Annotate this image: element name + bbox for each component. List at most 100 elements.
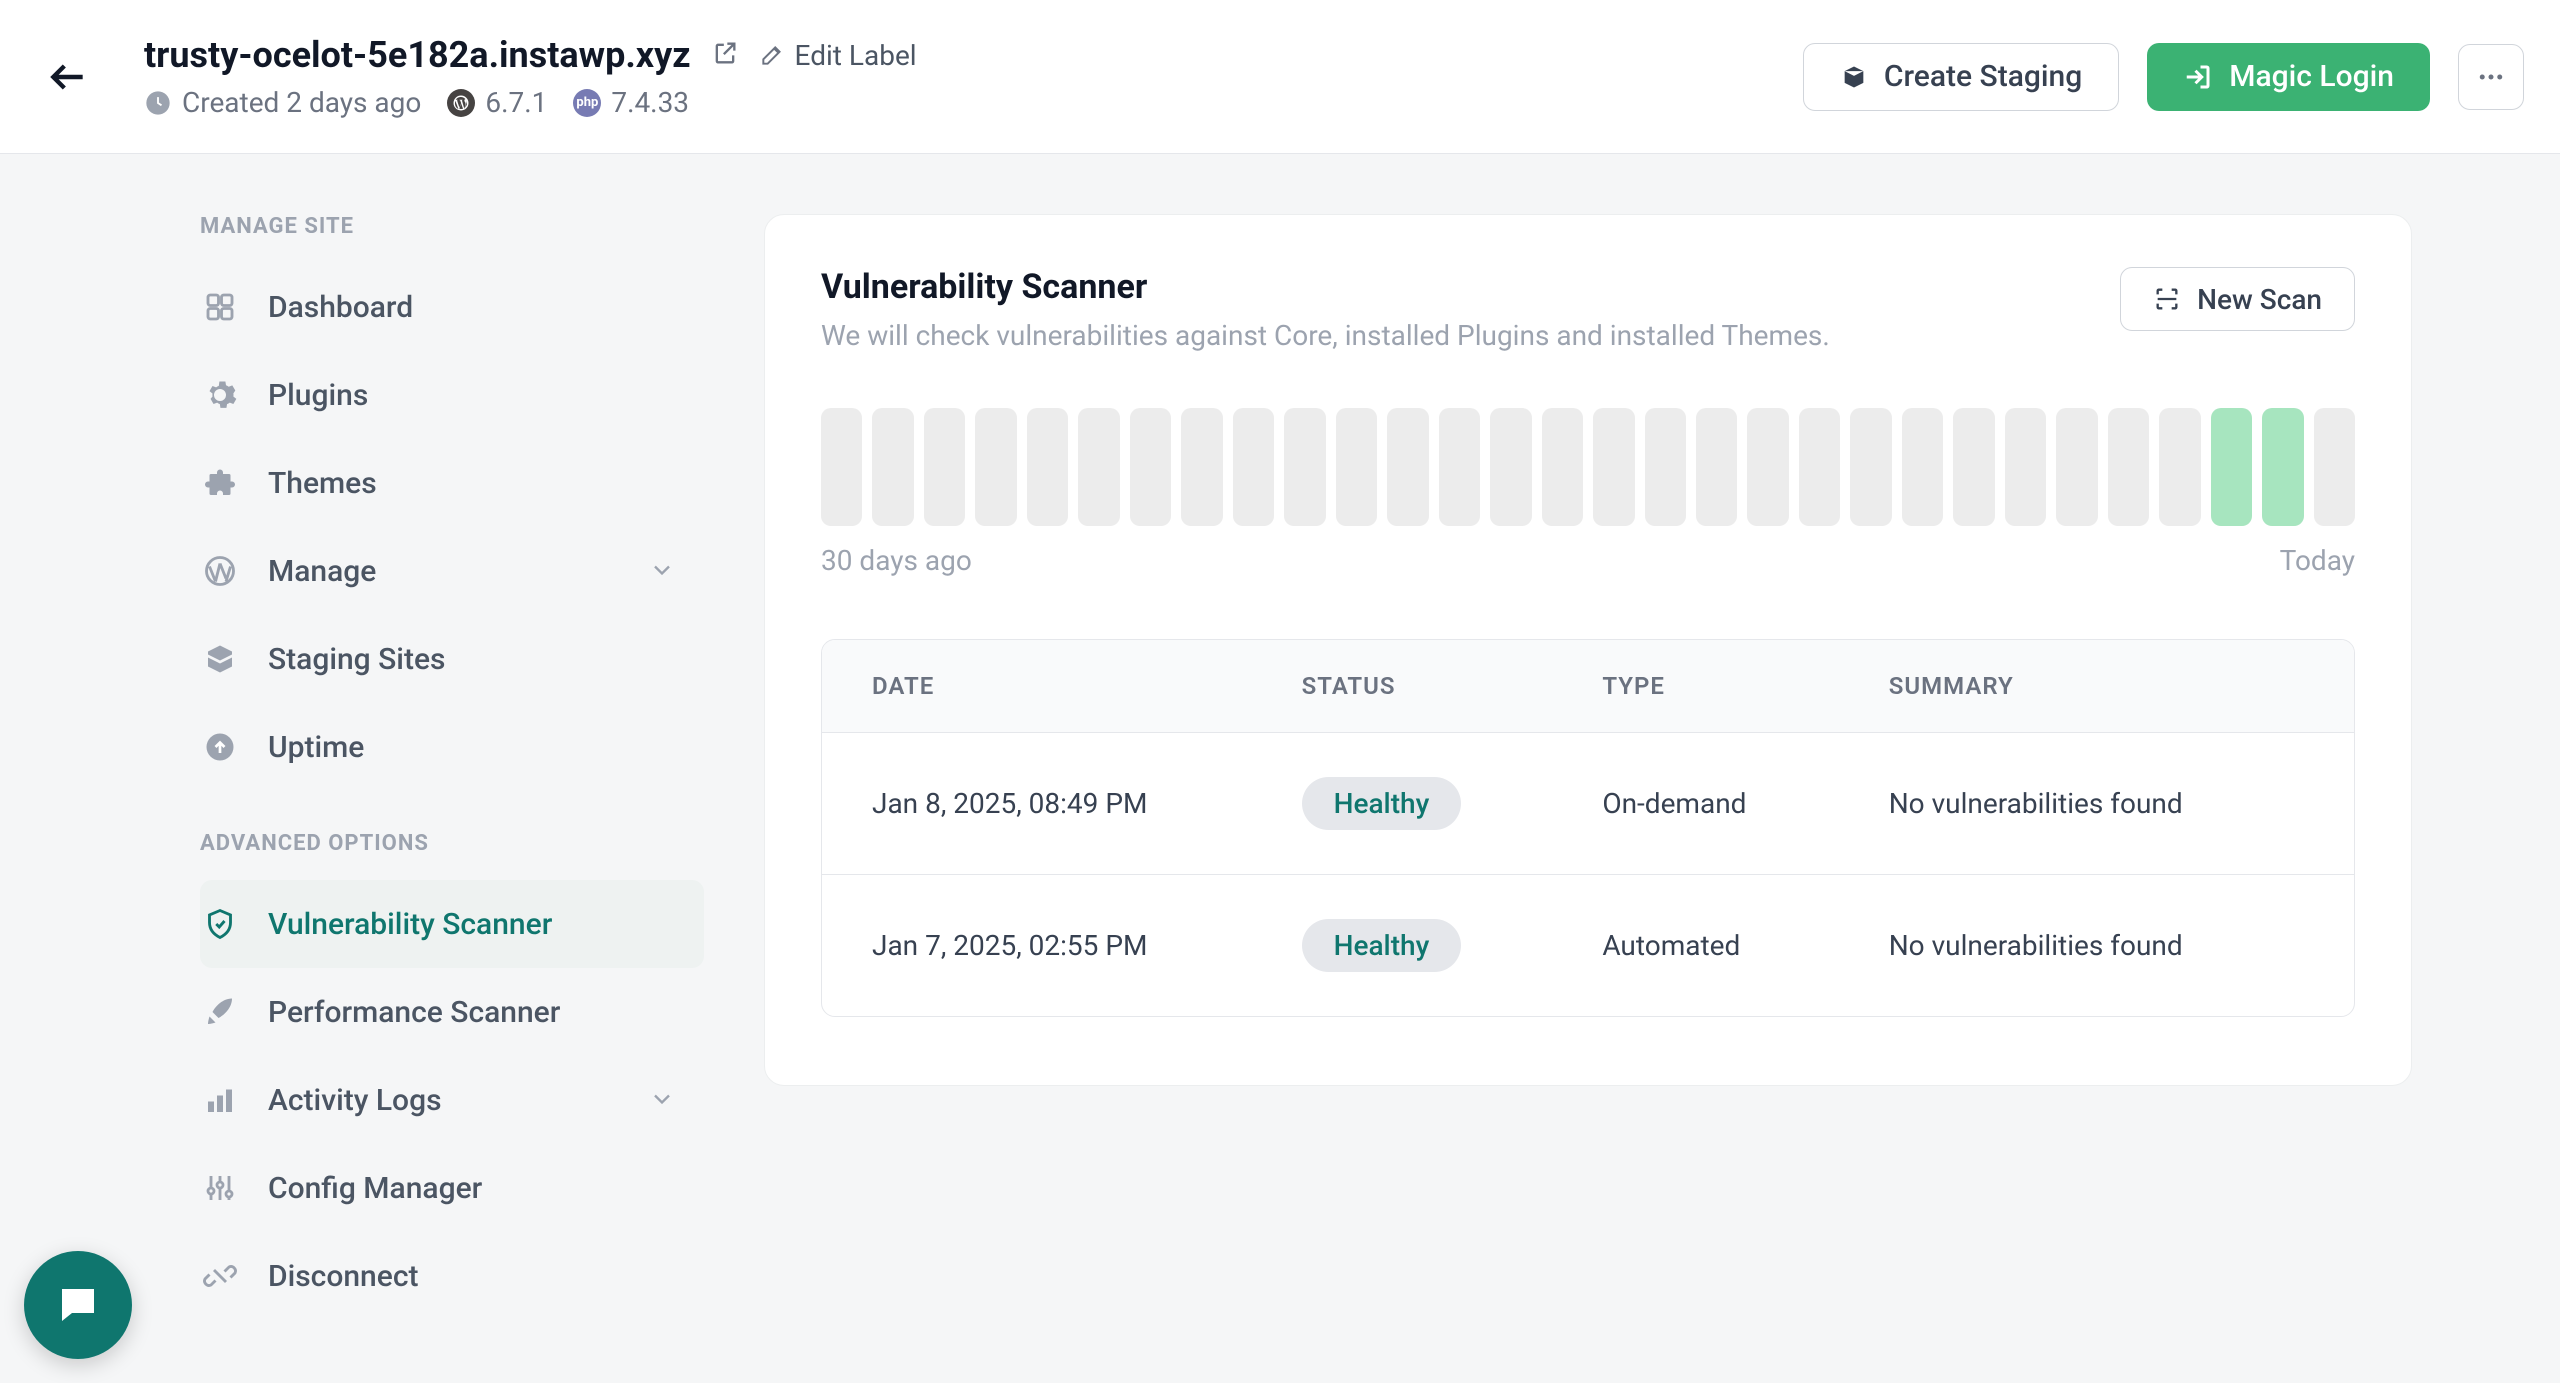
sliders-icon [202,1170,238,1206]
cell-summary: No vulnerabilities found [1889,929,2304,962]
box-icon [202,641,238,677]
chat-fab[interactable] [24,1251,132,1359]
history-bar [1336,408,1377,526]
puzzle-icon [202,465,238,501]
sidebar-item-config-manager[interactable]: Config Manager [200,1144,704,1232]
history-bar [1439,408,1480,526]
history-bar [1747,408,1788,526]
history-bar [2314,408,2355,526]
th-status: STATUS [1302,672,1603,700]
arrow-up-circle-icon [202,729,238,765]
table-row[interactable]: Jan 8, 2025, 08:49 PMHealthyOn-demandNo … [822,732,2354,874]
history-bar [1902,408,1943,526]
chevron-down-icon [648,556,676,584]
create-staging-button[interactable]: Create Staging [1803,43,2119,111]
sidebar-item-label: Plugins [268,378,368,413]
wp-version: 6.7.1 [447,86,547,119]
sidebar: MANAGE SITE Dashboard Plugins Themes Man… [0,154,728,1320]
history-bar [2056,408,2097,526]
cell-date: Jan 7, 2025, 02:55 PM [872,929,1302,962]
magic-login-button[interactable]: Magic Login [2147,43,2430,111]
main-content: Vulnerability Scanner We will check vuln… [728,154,2560,1320]
range-end-label: Today [2280,544,2355,577]
sidebar-item-label: Vulnerability Scanner [268,907,552,942]
th-type: TYPE [1602,672,1888,700]
table-row[interactable]: Jan 7, 2025, 02:55 PMHealthyAutomatedNo … [822,874,2354,1016]
chart-icon [202,1082,238,1118]
nav-section-manage: MANAGE SITE [200,214,704,239]
edit-label-button[interactable]: Edit Label [759,39,917,72]
sidebar-item-label: Themes [268,466,377,501]
gear-icon [202,377,238,413]
header-actions: Create Staging Magic Login [1803,43,2524,111]
sidebar-item-label: Performance Scanner [268,995,560,1030]
history-bar [1593,408,1634,526]
history-bar [1490,408,1531,526]
history-bar [1233,408,1274,526]
chevron-down-icon [648,1085,676,1113]
edit-label-text: Edit Label [795,39,917,72]
external-link-icon [711,39,739,67]
history-bar [1284,408,1325,526]
open-site-link[interactable] [711,39,739,71]
cell-summary: No vulnerabilities found [1889,787,2304,820]
shield-check-icon [202,906,238,942]
history-bar [1027,408,1068,526]
history-bar [2108,408,2149,526]
php-version: php 7.4.33 [573,86,689,119]
sidebar-item-vulnerability-scanner[interactable]: Vulnerability Scanner [200,880,704,968]
sidebar-item-activity-logs[interactable]: Activity Logs [200,1056,704,1144]
sidebar-item-manage[interactable]: Manage [200,527,704,615]
history-bar [1953,408,1994,526]
page-header: trusty-ocelot-5e182a.instawp.xyz Edit La… [0,0,2560,154]
history-bar [1542,408,1583,526]
sidebar-item-staging[interactable]: Staging Sites [200,615,704,703]
php-icon: php [573,89,601,117]
sidebar-item-disconnect[interactable]: Disconnect [200,1232,704,1320]
history-bar [1078,408,1119,526]
table-header: DATE STATUS TYPE SUMMARY [822,640,2354,732]
range-start-label: 30 days ago [821,544,972,577]
history-bar [1181,408,1222,526]
scan-icon [2153,285,2181,313]
panel-title: Vulnerability Scanner [821,267,1830,307]
history-bar [1130,408,1171,526]
sidebar-item-performance-scanner[interactable]: Performance Scanner [200,968,704,1056]
status-badge: Healthy [1302,777,1462,830]
sidebar-item-label: Manage [268,554,376,589]
cell-type: Automated [1602,929,1888,962]
sidebar-item-label: Staging Sites [268,642,445,677]
history-bar [872,408,913,526]
history-bar [1645,408,1686,526]
th-date: DATE [872,672,1302,700]
nav-section-advanced: ADVANCED OPTIONS [200,831,704,856]
history-bar [2159,408,2200,526]
history-bar [1696,408,1737,526]
sidebar-item-themes[interactable]: Themes [200,439,704,527]
new-scan-button[interactable]: New Scan [2120,267,2355,331]
chat-icon [54,1281,102,1329]
th-summary: SUMMARY [1889,672,2304,700]
cube-icon [1840,63,1868,91]
cell-status: Healthy [1302,919,1603,972]
more-menu-button[interactable] [2458,44,2524,110]
pencil-icon [759,42,785,68]
history-bar [1799,408,1840,526]
history-bar [821,408,862,526]
sidebar-item-label: Dashboard [268,290,413,325]
wordpress-outline-icon [202,553,238,589]
unlink-icon [202,1258,238,1294]
site-info: trusty-ocelot-5e182a.instawp.xyz Edit La… [144,34,1803,119]
sidebar-item-uptime[interactable]: Uptime [200,703,704,791]
history-bar [2211,408,2252,526]
back-button[interactable] [36,45,100,109]
sidebar-item-label: Uptime [268,730,364,765]
sidebar-item-plugins[interactable]: Plugins [200,351,704,439]
scan-results-table: DATE STATUS TYPE SUMMARY Jan 8, 2025, 08… [821,639,2355,1017]
rocket-icon [202,994,238,1030]
panel-subtitle: We will check vulnerabilities against Co… [821,319,1830,352]
sidebar-item-label: Config Manager [268,1171,482,1206]
history-bars [821,408,2355,526]
grid-icon [202,289,238,325]
sidebar-item-dashboard[interactable]: Dashboard [200,263,704,351]
